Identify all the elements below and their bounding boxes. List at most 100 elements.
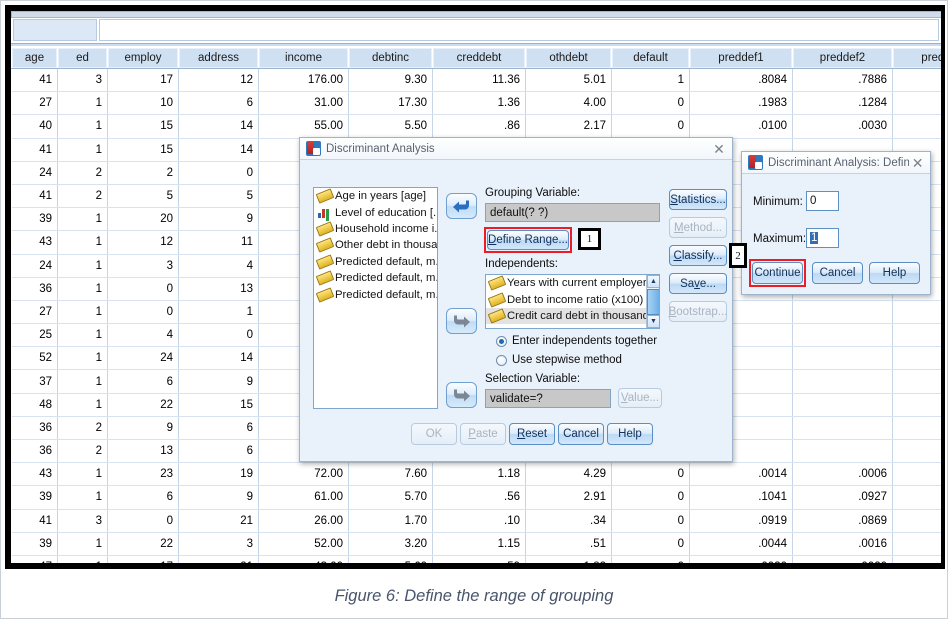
continue-button[interactable]: Continue	[752, 262, 803, 284]
cell-employ[interactable]: 22	[108, 393, 179, 416]
cell-ed[interactable]: 1	[58, 208, 108, 231]
cell-ed[interactable]: 1	[58, 324, 108, 347]
cell-preddef2[interactable]	[793, 416, 893, 439]
cancel-button[interactable]: Cancel	[558, 423, 604, 445]
cell-age[interactable]: 27	[12, 300, 58, 323]
column-header-creddebt[interactable]: creddebt	[433, 48, 526, 69]
cell-age[interactable]: 36	[12, 277, 58, 300]
table-row[interactable]: 39122352.003.201.15.510.0044.0016.10821	[12, 532, 942, 555]
list-item[interactable]: Debt to income ratio (x100) [...	[486, 291, 646, 307]
cell-value-input[interactable]	[99, 19, 939, 41]
cell-age[interactable]: 37	[12, 370, 58, 393]
cell-age[interactable]: 39	[12, 486, 58, 509]
cell-preddef2[interactable]: .0030	[793, 115, 893, 138]
cell-address[interactable]: 15	[179, 393, 259, 416]
cell-address[interactable]: 6	[179, 416, 259, 439]
cell-address[interactable]: 9	[179, 208, 259, 231]
cell-othdebt[interactable]: 2.17	[526, 115, 612, 138]
cell-creddebt[interactable]: .56	[433, 486, 526, 509]
independents-scrollbar[interactable]: ▲ ▼	[646, 275, 659, 328]
cell-ed[interactable]: 2	[58, 161, 108, 184]
table-row[interactable]: 471172143.005.60.591.820.0030.0020.14260	[12, 555, 942, 563]
horizontal-scrollbar[interactable]	[11, 11, 941, 18]
cell-employ[interactable]: 0	[108, 509, 179, 532]
cell-default[interactable]: 0	[612, 555, 690, 563]
cell-income[interactable]: 31.00	[259, 92, 349, 115]
cell-default[interactable]: 0	[612, 532, 690, 555]
cell-employ[interactable]: 22	[108, 532, 179, 555]
table-row[interactable]: 4131712176.009.3011.365.011.8084.7886.21…	[12, 69, 942, 92]
cell-ed[interactable]: 2	[58, 440, 108, 463]
reset-button[interactable]: Reset	[509, 423, 555, 445]
cell-preddef3[interactable]: .1082	[893, 532, 942, 555]
discriminant-analysis-dialog[interactable]: Discriminant Analysis ✕ Age in years [ag…	[299, 137, 733, 462]
cell-preddef1[interactable]: .0919	[690, 509, 793, 532]
cell-employ[interactable]: 3	[108, 254, 179, 277]
cell-address[interactable]: 14	[179, 347, 259, 370]
list-item[interactable]: Other debt in thousa...	[314, 237, 437, 253]
discriminant-dialog-titlebar[interactable]: Discriminant Analysis ✕	[300, 138, 732, 160]
cell-preddef1[interactable]: .0044	[690, 532, 793, 555]
cell-preddef1[interactable]: .1983	[690, 92, 793, 115]
cell-othdebt[interactable]: 2.91	[526, 486, 612, 509]
cell-debtinc[interactable]: 3.20	[349, 532, 433, 555]
cell-ed[interactable]: 3	[58, 69, 108, 92]
cell-employ[interactable]: 10	[108, 92, 179, 115]
cell-employ[interactable]: 6	[108, 486, 179, 509]
cell-preddef2[interactable]	[793, 440, 893, 463]
cell-age[interactable]: 36	[12, 440, 58, 463]
cell-age[interactable]: 41	[12, 69, 58, 92]
table-row[interactable]: 431231972.007.601.184.290.0014.0006.1779…	[12, 463, 942, 486]
cell-preddef3[interactable]: .2130	[893, 69, 942, 92]
cell-debtinc[interactable]: 7.60	[349, 463, 433, 486]
cell-ed[interactable]: 1	[58, 555, 108, 563]
cell-reference-box[interactable]	[13, 19, 97, 41]
cell-preddef3[interactable]: .4080	[893, 440, 942, 463]
cell-address[interactable]: 9	[179, 486, 259, 509]
cell-employ[interactable]: 15	[108, 115, 179, 138]
classify-button[interactable]: Classify...	[669, 245, 727, 266]
cell-ed[interactable]: 3	[58, 509, 108, 532]
cell-address[interactable]: 13	[179, 277, 259, 300]
cell-preddef3[interactable]: .0905	[893, 300, 942, 323]
cell-employ[interactable]: 4	[108, 324, 179, 347]
cell-preddef3[interactable]: .1410	[893, 115, 942, 138]
cell-ed[interactable]: 1	[58, 463, 108, 486]
cell-ed[interactable]: 2	[58, 184, 108, 207]
source-variable-list[interactable]: Age in years [age] Level of education [.…	[313, 187, 438, 409]
cell-age[interactable]: 39	[12, 208, 58, 231]
define-range-button[interactable]: Define Range...	[487, 230, 569, 250]
cell-address[interactable]: 11	[179, 231, 259, 254]
cell-age[interactable]: 41	[12, 509, 58, 532]
cell-address[interactable]: 19	[179, 463, 259, 486]
cell-age[interactable]: 43	[12, 231, 58, 254]
define-range-dialog[interactable]: Discriminant Analysis: Defin... ✕ Minimu…	[741, 151, 931, 295]
cell-ed[interactable]: 1	[58, 393, 108, 416]
cell-employ[interactable]: 9	[108, 416, 179, 439]
cell-debtinc[interactable]: 17.30	[349, 92, 433, 115]
cell-address[interactable]: 0	[179, 161, 259, 184]
cell-preddef1[interactable]: .0014	[690, 463, 793, 486]
cell-age[interactable]: 36	[12, 416, 58, 439]
cell-age[interactable]: 41	[12, 138, 58, 161]
grouping-variable-field[interactable]: default(? ?)	[485, 203, 660, 222]
cell-preddef1[interactable]: .0030	[690, 555, 793, 563]
cell-ed[interactable]: 1	[58, 92, 108, 115]
cell-preddef3[interactable]: .1779	[893, 463, 942, 486]
move-to-selection-variable-button[interactable]	[446, 382, 477, 408]
cell-employ[interactable]: 5	[108, 184, 179, 207]
cell-preddef2[interactable]	[793, 393, 893, 416]
list-item[interactable]: Household income i...	[314, 221, 437, 237]
cell-age[interactable]: 52	[12, 347, 58, 370]
cell-ed[interactable]: 1	[58, 254, 108, 277]
list-item[interactable]: Level of education [...	[314, 204, 437, 220]
cell-age[interactable]: 43	[12, 463, 58, 486]
cell-income[interactable]: 52.00	[259, 532, 349, 555]
cell-age[interactable]: 24	[12, 254, 58, 277]
cell-ed[interactable]: 1	[58, 486, 108, 509]
cell-employ[interactable]: 17	[108, 69, 179, 92]
define-range-titlebar[interactable]: Discriminant Analysis: Defin... ✕	[742, 152, 930, 174]
cell-debtinc[interactable]: 9.30	[349, 69, 433, 92]
cell-preddef3[interactable]: .1442	[893, 486, 942, 509]
save-button[interactable]: Save...	[669, 273, 727, 294]
